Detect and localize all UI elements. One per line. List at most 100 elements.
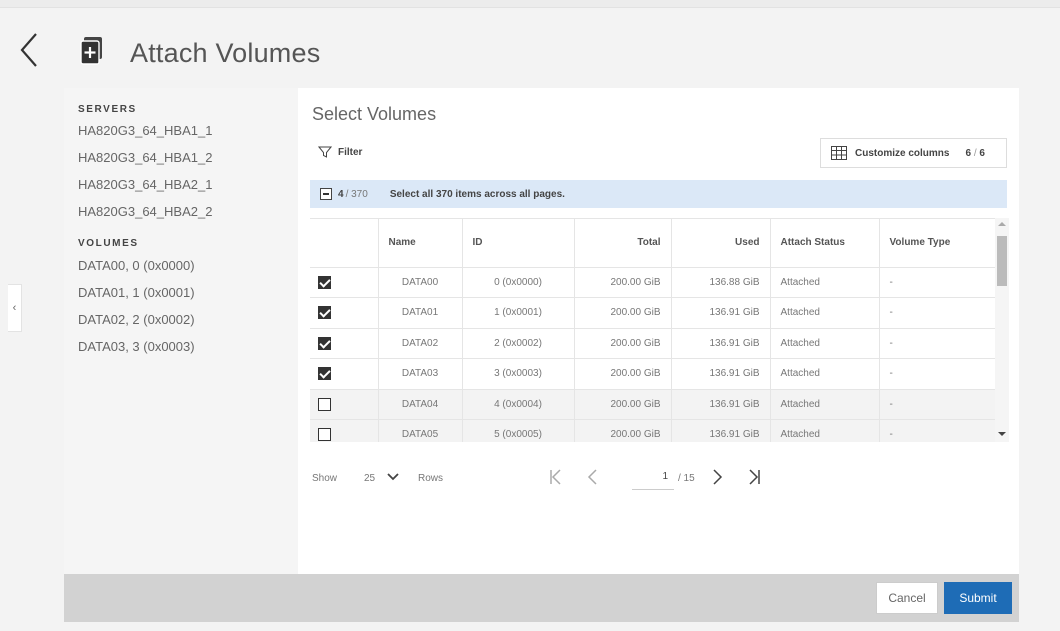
table-row[interactable]: DATA00 0 (0x0000) 200.00 GiB 136.88 GiB Atta… [310, 267, 995, 298]
page-title: Attach Volumes [130, 38, 321, 68]
scroll-up-arrow-icon[interactable] [998, 222, 1006, 226]
filter-label: Filter [338, 146, 363, 158]
section-title: Select Volumes [312, 104, 437, 124]
servers-heading: SERVERS [78, 104, 137, 115]
table-row[interactable]: DATA03 3 (0x0003) 200.00 GiB 136.91 GiB Atta… [310, 358, 995, 390]
cell-total: 200.00 GiB [573, 389, 671, 420]
rows-per-page-dropdown[interactable] [386, 470, 400, 487]
show-label: Show [312, 473, 338, 484]
deselect-all-checkbox[interactable] [320, 188, 332, 200]
table-row[interactable]: DATA05 5 (0x0005) 200.00 GiB 136.91 GiB Atta… [310, 419, 995, 442]
cell-total: 200.00 GiB [573, 267, 671, 298]
cell-attach-status: Attached [769, 267, 879, 298]
volume-item: DATA00, 0 (0x0000) [78, 258, 195, 273]
selection-banner: 4 / 370 Select all 370 items across all … [310, 180, 1007, 208]
cell-id: 5 (0x0005) [461, 419, 574, 442]
row-checkbox[interactable] [318, 336, 331, 350]
dialog-footer: Cancel Submit [64, 574, 1019, 622]
chevron-left-icon [20, 33, 37, 67]
page-number-input[interactable] [632, 464, 674, 490]
table-row[interactable]: DATA04 4 (0x0004) 200.00 GiB 136.91 GiB Atta… [310, 389, 995, 420]
cell-total: 200.00 GiB [573, 328, 671, 359]
top-bar [0, 0, 1060, 8]
back-button[interactable] [14, 30, 44, 70]
cell-id: 0 (0x0000) [461, 267, 574, 298]
row-select-cell [310, 328, 378, 359]
column-header-attach-status[interactable]: Attach Status [769, 219, 879, 268]
cell-id: 2 (0x0002) [461, 328, 574, 359]
row-checkbox[interactable] [318, 367, 331, 381]
table-row[interactable]: DATA01 1 (0x0001) 200.00 GiB 136.91 GiB Atta… [310, 297, 995, 329]
scroll-thumb[interactable] [997, 236, 1007, 286]
attach-volumes-dialog: SERVERS HA820G3_64_HBA1_1 HA820G3_64_HBA… [64, 88, 1019, 622]
cell-attach-status: Attached [769, 297, 879, 329]
cell-name: DATA04 [377, 389, 462, 420]
columns-grid-icon [831, 146, 847, 160]
scroll-down-arrow-icon[interactable] [998, 432, 1006, 436]
rows-per-page-value[interactable]: 25 [364, 473, 375, 484]
expand-panel-button[interactable]: ‹ [8, 284, 22, 332]
select-all-link[interactable]: Select all 370 items across all pages. [390, 189, 565, 200]
select-volumes-pane: Select Volumes Filter Customize columns … [298, 88, 1019, 574]
chevron-left-small-icon: ‹ [12, 302, 17, 314]
server-item: HA820G3_64_HBA1_2 [78, 150, 213, 165]
first-page-button[interactable] [548, 466, 564, 491]
cell-attach-status: Attached [769, 389, 879, 420]
column-header-used[interactable]: Used [670, 219, 770, 268]
server-item: HA820G3_64_HBA2_1 [78, 177, 213, 192]
volumes-table: Name ID Total Used Attach Status Volume … [310, 218, 995, 442]
row-select-cell [310, 267, 378, 298]
cell-volume-type: - [878, 358, 995, 390]
pagination-bar: Show 25 Rows / 15 [312, 464, 1002, 494]
server-item: HA820G3_64_HBA2_2 [78, 204, 213, 219]
volume-item: DATA03, 3 (0x0003) [78, 339, 195, 354]
column-header-total[interactable]: Total [573, 219, 671, 268]
row-select-cell [310, 358, 378, 390]
row-select-cell [310, 297, 378, 329]
volumes-heading: VOLUMES [78, 238, 139, 249]
next-page-button[interactable] [710, 466, 724, 491]
customize-columns-label: Customize columns [855, 147, 950, 159]
cancel-button[interactable]: Cancel [876, 582, 938, 614]
cell-id: 1 (0x0001) [461, 297, 574, 329]
cell-volume-type: - [878, 389, 995, 420]
chevron-right-icon [713, 469, 723, 485]
cell-volume-type: - [878, 419, 995, 442]
volume-item: DATA01, 1 (0x0001) [78, 285, 195, 300]
last-page-icon [749, 469, 760, 485]
column-header-volume-type[interactable]: Volume Type [878, 219, 995, 268]
table-header-row: Name ID Total Used Attach Status Volume … [310, 219, 995, 268]
cell-used: 136.91 GiB [670, 389, 770, 420]
cell-used: 136.91 GiB [670, 328, 770, 359]
column-count: 6 / 6 [965, 147, 985, 159]
customize-columns-button[interactable]: Customize columns 6 / 6 [820, 138, 1007, 168]
page-total: / 15 [678, 473, 695, 484]
row-checkbox[interactable] [318, 428, 331, 442]
row-checkbox[interactable] [318, 306, 331, 320]
cell-used: 136.91 GiB [670, 297, 770, 329]
previous-page-button[interactable] [586, 466, 600, 491]
filter-button[interactable]: Filter [318, 146, 362, 158]
table-scrollbar[interactable] [995, 218, 1009, 442]
cell-total: 200.00 GiB [573, 358, 671, 390]
row-checkbox[interactable] [318, 397, 331, 411]
cell-total: 200.00 GiB [573, 419, 671, 442]
cell-name: DATA03 [377, 358, 462, 390]
row-checkbox[interactable] [318, 275, 331, 289]
submit-button[interactable]: Submit [944, 582, 1012, 614]
column-header-id[interactable]: ID [461, 219, 574, 268]
rows-label: Rows [418, 473, 444, 484]
cell-id: 4 (0x0004) [461, 389, 574, 420]
cell-volume-type: - [878, 328, 995, 359]
last-page-button[interactable] [746, 466, 762, 491]
cell-volume-type: - [878, 267, 995, 298]
cell-used: 136.91 GiB [670, 419, 770, 442]
cell-name: DATA01 [377, 297, 462, 329]
first-page-icon [550, 469, 561, 485]
selection-summary-pane: SERVERS HA820G3_64_HBA1_1 HA820G3_64_HBA… [64, 88, 298, 574]
table-row[interactable]: DATA02 2 (0x0002) 200.00 GiB 136.91 GiB Atta… [310, 328, 995, 359]
column-header-select [310, 219, 378, 268]
column-header-name[interactable]: Name [377, 219, 462, 268]
chevron-down-icon [387, 473, 399, 481]
cell-name: DATA02 [377, 328, 462, 359]
